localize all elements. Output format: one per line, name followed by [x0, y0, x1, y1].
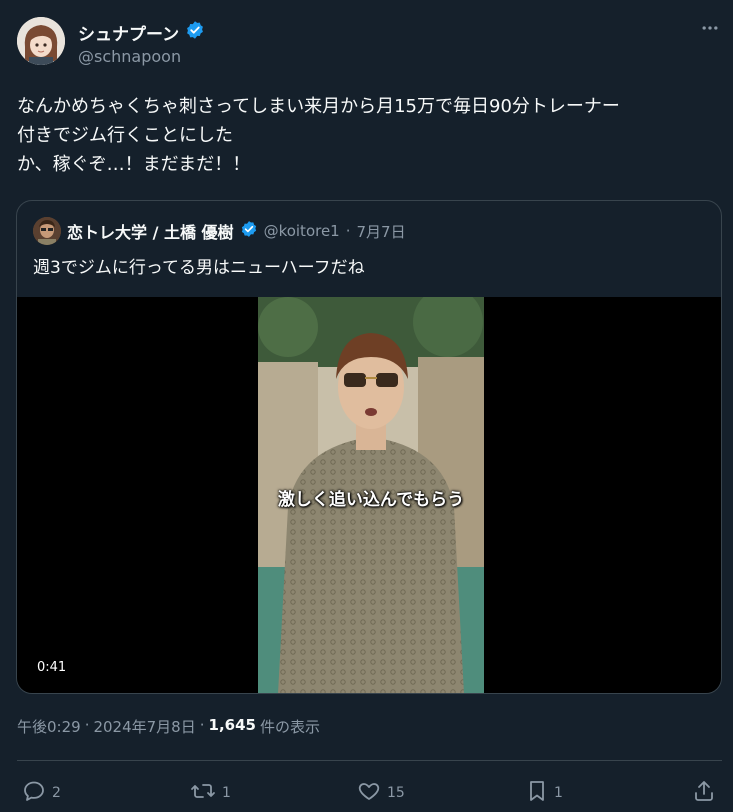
share-icon [692, 779, 716, 807]
views-count: 1,645 [208, 716, 256, 734]
share-button[interactable] [692, 778, 716, 808]
bookmark-button[interactable]: 1 [526, 778, 563, 808]
quote-author-avatar [33, 217, 61, 245]
quote-header: 恋トレ大学 / 土橋 優樹 @koitore1 · 7月7日 [33, 217, 406, 245]
reply-icon [22, 779, 46, 807]
like-button[interactable]: 15 [357, 778, 405, 808]
quoted-tweet[interactable]: 恋トレ大学 / 土橋 優樹 @koitore1 · 7月7日 週3でジムに行って… [16, 200, 722, 694]
bookmark-icon [526, 779, 548, 807]
author-avatar[interactable] [17, 17, 65, 65]
verified-badge-icon [185, 20, 205, 44]
quote-author-handle: @koitore1 [263, 222, 340, 240]
author-name-row[interactable]: シュナプーン [78, 20, 205, 45]
quote-date: 7月7日 [356, 222, 406, 241]
divider [17, 760, 722, 761]
like-count: 15 [387, 785, 405, 801]
quote-author-display-name: 恋トレ大学 / 土橋 優樹 [67, 223, 234, 242]
video-duration: 0:41 [31, 659, 73, 676]
views-label: 件の表示 [259, 718, 320, 736]
tweet-date[interactable]: 2024年7月8日 [93, 716, 195, 737]
author-handle[interactable]: @schnapoon [78, 47, 181, 66]
reply-count: 2 [52, 785, 61, 801]
bookmark-count: 1 [554, 785, 563, 801]
retweet-count: 1 [222, 785, 231, 801]
quote-verified-badge-icon [240, 220, 258, 242]
retweet-icon [190, 779, 216, 807]
heart-icon [357, 779, 381, 807]
author-display-name[interactable]: シュナプーン [78, 20, 179, 45]
quote-text: 週3でジムに行ってる男はニューハーフだね [33, 258, 365, 278]
meta-separator: · [84, 716, 90, 734]
meta-separator-2: · [199, 716, 205, 734]
tweet-meta: 午後0:29 · 2024年7月8日 · 1,645 件の表示 [17, 716, 320, 737]
video-thumbnail: 激しく追い込んでもらう [258, 297, 484, 693]
retweet-button[interactable]: 1 [190, 778, 231, 808]
tweet-text: なんかめちゃくちゃ刺さってしまい来月から月15万で毎日90分トレーナー 付きでジ… [17, 96, 620, 175]
video-player[interactable]: 激しく追い込んでもらう 0:41 [17, 297, 721, 693]
more-horizontal-icon[interactable] [700, 18, 720, 43]
reply-button[interactable]: 2 [22, 778, 61, 808]
tweet-time[interactable]: 午後0:29 [17, 716, 81, 737]
quote-separator: · [345, 222, 351, 240]
video-subtitle: 激しく追い込んでもらう [277, 490, 465, 510]
